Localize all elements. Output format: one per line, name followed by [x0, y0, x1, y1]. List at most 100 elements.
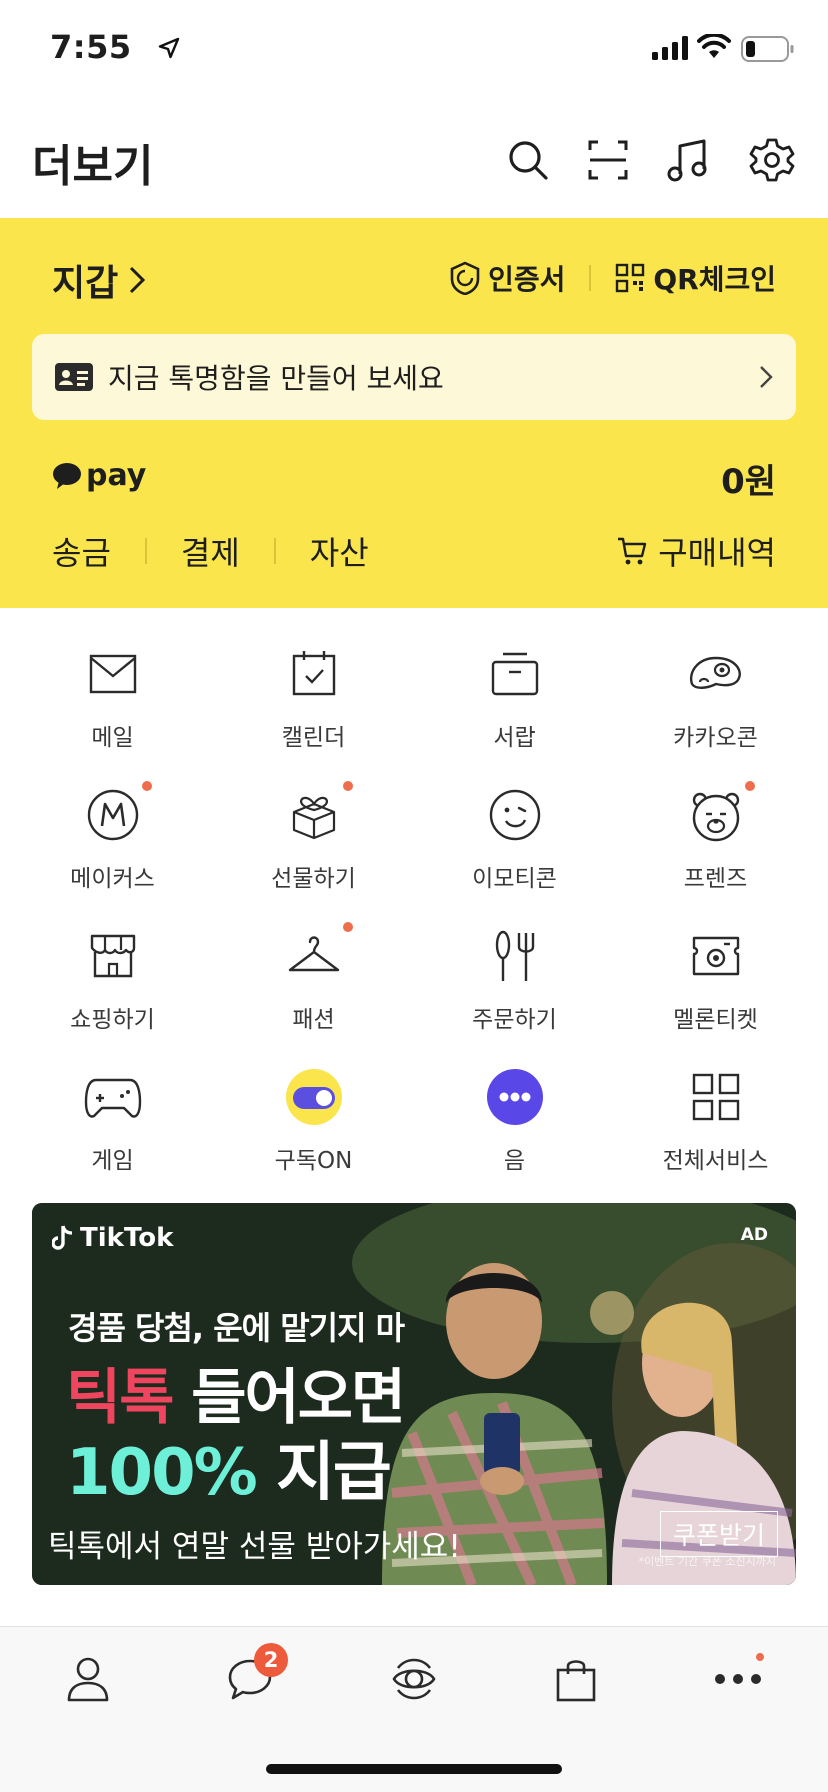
- home-indicator: [266, 1764, 562, 1774]
- chevron-right-icon: [760, 366, 773, 388]
- wallet-links: 인증서 QR체크인: [450, 258, 776, 298]
- service-order[interactable]: 주문하기: [414, 922, 615, 1063]
- divider: [589, 265, 592, 291]
- notification-dot: [343, 922, 353, 932]
- scan-icon[interactable]: [584, 136, 632, 184]
- friends-icon: [692, 792, 739, 842]
- service-label: 선물하기: [271, 866, 356, 892]
- tab-more[interactable]: [706, 1647, 770, 1711]
- emoticon-icon: [489, 789, 540, 841]
- ad-headline-1: 경품 당첨, 운에 맡기지 마: [68, 1309, 405, 1347]
- service-voice[interactable]: 음: [414, 1063, 615, 1204]
- divider: [273, 538, 276, 564]
- service-melon-ticket[interactable]: 멜론티켓: [615, 922, 816, 1063]
- notification-dot: [756, 1653, 764, 1661]
- service-mail[interactable]: 메일: [12, 640, 213, 781]
- service-label: 멜론티켓: [673, 1007, 758, 1033]
- service-label: 메이커스: [70, 866, 155, 892]
- promo-text: 지금 톡명함을 만들어 보세요: [108, 362, 444, 395]
- divider: [144, 538, 147, 564]
- service-label: 게임: [91, 1148, 134, 1174]
- chat-unread-badge: 2: [254, 1643, 288, 1677]
- notification-dot: [343, 781, 353, 791]
- wallet-title-link[interactable]: 지갑: [52, 254, 148, 306]
- gift-icon: [292, 796, 335, 840]
- ad-fine-print: *이벤트 기간 쿠폰 소진시까지: [638, 1555, 776, 1568]
- qr-checkin-link[interactable]: QR체크인: [615, 258, 776, 298]
- qr-code-icon: [616, 263, 645, 293]
- pay-tab-transfer[interactable]: 송금: [52, 528, 111, 574]
- pay-tab-assets[interactable]: 자산: [310, 528, 369, 574]
- service-label: 쇼핑하기: [70, 1007, 155, 1033]
- service-friends[interactable]: 프렌즈: [615, 781, 816, 922]
- view-eye-icon: [392, 1658, 436, 1700]
- service-subscribe-on[interactable]: 구독ON: [213, 1063, 414, 1204]
- battery-icon: [741, 36, 794, 62]
- kakaocon-icon: [689, 656, 741, 689]
- ad-bottom-text: 틱톡에서 연말 선물 받아가세요!: [48, 1529, 461, 1565]
- service-kakaocon[interactable]: 카카오콘: [615, 640, 816, 781]
- service-label: 전체서비스: [662, 1148, 769, 1174]
- chevron-right-icon: [130, 266, 146, 294]
- certificate-link[interactable]: 인증서: [450, 258, 565, 298]
- notification-dot: [142, 781, 152, 791]
- service-all-services[interactable]: 전체서비스: [615, 1063, 816, 1204]
- service-fashion[interactable]: 패션: [213, 922, 414, 1063]
- ad-badge: AD: [740, 1225, 768, 1245]
- tiktok-logo: TikTok: [52, 1223, 173, 1253]
- wallet-section: 지갑 인증서 QR체크인 지금 톡명함을 만들어 보세요 pay 0원 송금 결…: [0, 218, 828, 608]
- id-card-icon: [55, 363, 93, 391]
- page-title: 더보기: [32, 141, 154, 192]
- tab-friends[interactable]: [56, 1647, 120, 1711]
- person-icon: [67, 1657, 109, 1702]
- service-emoticon[interactable]: 이모티콘: [414, 781, 615, 922]
- calendar-icon: [292, 651, 335, 696]
- wallet-title: 지갑: [52, 263, 119, 304]
- kakaopay-logo[interactable]: pay: [52, 458, 146, 493]
- service-label: 구독ON: [274, 1148, 353, 1174]
- ad-headline-3: 100% 지급: [66, 1421, 392, 1513]
- service-label: 음: [503, 1148, 526, 1174]
- search-icon[interactable]: [504, 136, 552, 184]
- business-card-promo[interactable]: 지금 톡명함을 만들어 보세요: [32, 334, 796, 420]
- ad-banner[interactable]: TikTok AD 경품 당첨, 운에 맡기지 마 틱톡 들어오면 100% 지…: [32, 1203, 796, 1585]
- service-label: 패션: [292, 1007, 335, 1033]
- service-drawer[interactable]: 서랍: [414, 640, 615, 781]
- tab-shopping[interactable]: [544, 1647, 608, 1711]
- shopping-cart-icon: [618, 537, 647, 565]
- tab-view[interactable]: [382, 1647, 446, 1711]
- pay-tab-payment[interactable]: 결제: [181, 528, 240, 574]
- mail-icon: [89, 654, 136, 694]
- pay-tabs: 송금 결제 자산: [52, 528, 369, 574]
- status-time: 7:55: [50, 28, 132, 66]
- ad-brand: TikTok: [80, 1223, 174, 1253]
- pay-balance[interactable]: 0원: [721, 454, 776, 503]
- music-icon[interactable]: [664, 136, 712, 184]
- toggle-icon: [285, 1069, 342, 1125]
- service-makers[interactable]: 메이커스: [12, 781, 213, 922]
- service-label: 주문하기: [472, 1007, 557, 1033]
- tiktok-note-icon: [52, 1225, 73, 1250]
- service-game[interactable]: 게임: [12, 1063, 213, 1204]
- coupon-button[interactable]: 쿠폰받기: [659, 1511, 778, 1557]
- shop-icon: [90, 934, 135, 978]
- service-calendar[interactable]: 캘린더: [213, 640, 414, 781]
- cellular-signal-icon: [652, 36, 688, 60]
- service-shopping[interactable]: 쇼핑하기: [12, 922, 213, 1063]
- service-gift[interactable]: 선물하기: [213, 781, 414, 922]
- pay-logo-text: pay: [86, 458, 147, 493]
- tab-chats[interactable]: 2: [218, 1643, 288, 1711]
- status-bar: 7:55: [0, 0, 828, 100]
- shield-icon: [450, 261, 480, 295]
- more-dots-icon: [715, 1674, 761, 1684]
- notification-dot: [745, 781, 755, 791]
- fork-icon: [495, 930, 534, 981]
- purchase-history-label: 구매내역: [658, 534, 776, 572]
- speech-bubble-icon: [53, 462, 81, 489]
- settings-gear-icon[interactable]: [748, 136, 796, 184]
- header: 더보기: [0, 110, 828, 218]
- qr-checkin-label: QR체크인: [653, 263, 776, 296]
- wifi-icon: [697, 34, 731, 58]
- purchase-history-link[interactable]: 구매내역: [616, 528, 776, 574]
- ticket-icon: [692, 936, 739, 976]
